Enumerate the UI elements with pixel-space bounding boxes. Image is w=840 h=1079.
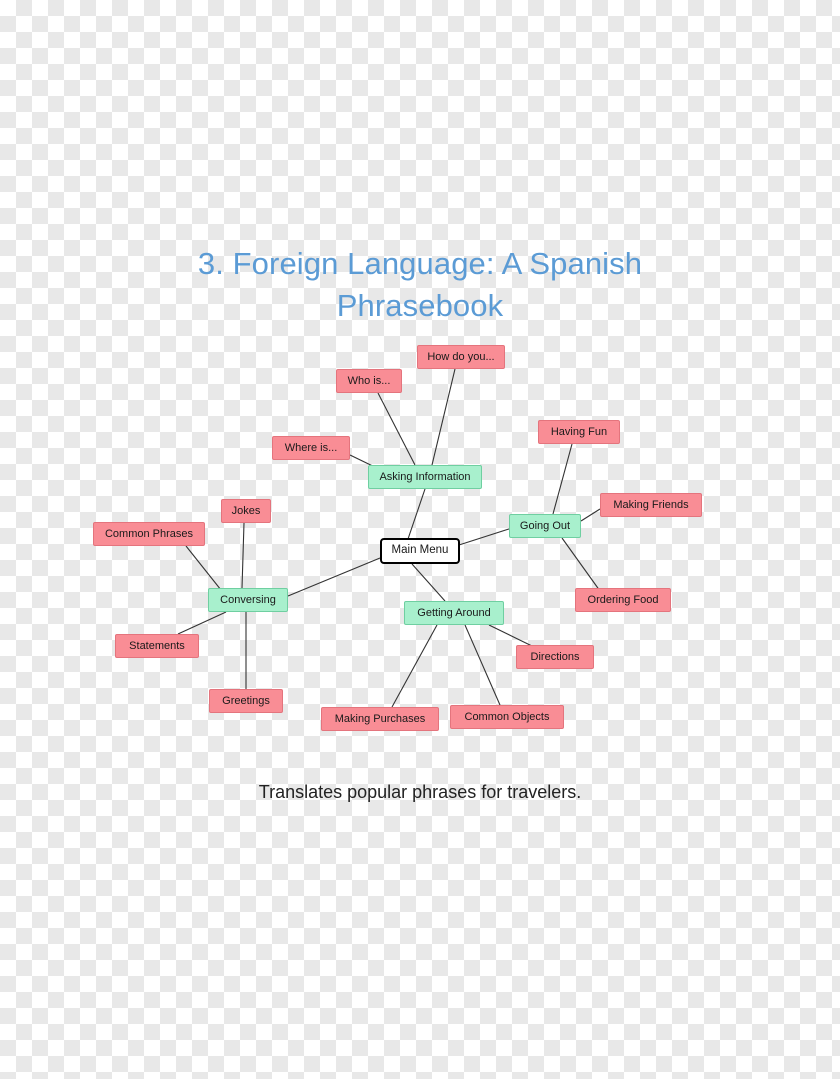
node-common-phrases[interactable]: Common Phrases <box>93 522 205 546</box>
node-label: Making Purchases <box>334 712 426 725</box>
node-conversing[interactable]: Conversing <box>208 588 288 612</box>
node-main-menu[interactable]: Main Menu <box>380 538 460 564</box>
node-label: Making Friends <box>613 498 689 511</box>
node-label: Main Menu <box>391 544 449 557</box>
node-having-fun[interactable]: Having Fun <box>538 420 620 444</box>
page-caption: Translates popular phrases for travelers… <box>258 782 582 802</box>
node-greetings[interactable]: Greetings <box>209 689 283 713</box>
node-jokes[interactable]: Jokes <box>221 499 271 523</box>
node-common-objects[interactable]: Common Objects <box>450 705 564 729</box>
node-label: Directions <box>530 650 580 663</box>
page-title: 3. Foreign Language: A Spanish Phraseboo… <box>197 246 643 323</box>
node-making-friends[interactable]: Making Friends <box>600 493 702 517</box>
node-who-is[interactable]: Who is... <box>336 369 402 393</box>
node-directions[interactable]: Directions <box>516 645 594 669</box>
node-label: Jokes <box>231 504 261 517</box>
node-ordering-food[interactable]: Ordering Food <box>575 588 671 612</box>
mind-map-canvas: 3. Foreign Language: A Spanish Phraseboo… <box>0 0 840 1079</box>
node-asking-information[interactable]: Asking Information <box>368 465 482 489</box>
node-making-purchases[interactable]: Making Purchases <box>321 707 439 731</box>
node-label: Greetings <box>222 694 270 707</box>
node-label: Where is... <box>284 441 338 454</box>
node-statements[interactable]: Statements <box>115 634 199 658</box>
node-label: Who is... <box>347 374 391 387</box>
node-label: Having Fun <box>550 425 608 438</box>
node-where-is[interactable]: Where is... <box>272 436 350 460</box>
node-label: Common Objects <box>464 710 550 723</box>
node-label: Statements <box>129 639 185 652</box>
node-label: Ordering Food <box>587 593 659 606</box>
node-getting-around[interactable]: Getting Around <box>404 601 504 625</box>
node-label: Asking Information <box>379 470 471 483</box>
node-label: Conversing <box>220 593 276 606</box>
node-going-out[interactable]: Going Out <box>509 514 581 538</box>
node-label: Getting Around <box>417 606 491 619</box>
node-how-do-you[interactable]: How do you... <box>417 345 505 369</box>
node-label: Common Phrases <box>104 527 194 540</box>
node-label: Going Out <box>519 519 571 532</box>
node-label: How do you... <box>427 350 495 363</box>
